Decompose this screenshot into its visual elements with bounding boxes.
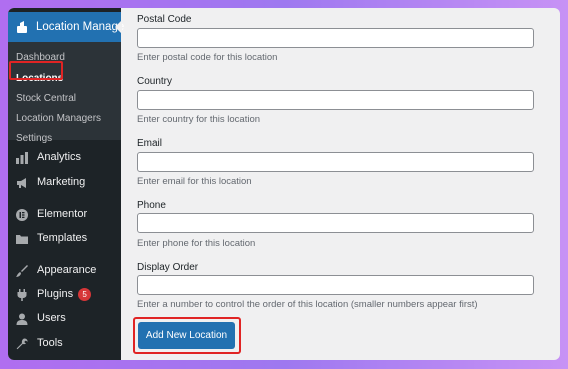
display-order-label: Display Order	[137, 262, 199, 273]
sidebar-item-elementor[interactable]: Elementor	[8, 204, 121, 224]
postal-code-label: Postal Code	[137, 14, 192, 25]
phone-label: Phone	[137, 200, 166, 211]
sidebar-item-label: Appearance	[37, 264, 97, 276]
email-help: Enter email for this location	[137, 176, 252, 187]
paintbrush-icon	[16, 264, 28, 277]
plugin-icon	[16, 288, 28, 301]
locations-highlight-box	[9, 61, 63, 80]
megaphone-icon	[16, 176, 28, 188]
sidebar-item-label: Plugins	[37, 288, 74, 300]
phone-input[interactable]	[137, 213, 534, 233]
sidebar-item-label: Users	[37, 312, 66, 324]
sidebar-item-label: Marketing	[37, 176, 86, 188]
admin-sidebar: Location Manage Dashboard Locations Stoc…	[8, 8, 125, 360]
sidebar-item-plugins[interactable]: Plugins 5	[8, 284, 121, 304]
sidebar-item-label: Templates	[37, 232, 88, 244]
sidebar-item-label: Tools	[37, 337, 63, 349]
sidebar-item-label: Elementor	[37, 208, 88, 220]
sidebar-item-users[interactable]: Users	[8, 308, 121, 328]
submenu-item-location-managers[interactable]: Location Managers	[16, 113, 101, 124]
sidebar-item-label: Location Manage	[36, 21, 125, 33]
country-input[interactable]	[137, 90, 534, 110]
location-submenu: Dashboard Locations Stock Central Locati…	[8, 42, 121, 144]
browser-frame: Location Manage Dashboard Locations Stoc…	[8, 8, 560, 360]
user-icon	[16, 312, 28, 325]
email-input[interactable]	[137, 152, 534, 172]
sidebar-item-location-manager[interactable]: Location Manage	[8, 12, 125, 42]
sidebar-item-tools[interactable]: Tools	[8, 333, 121, 353]
submenu-item-settings[interactable]: Settings	[16, 133, 52, 144]
display-order-help: Enter a number to control the order of t…	[137, 299, 478, 310]
sidebar-item-templates[interactable]: Templates	[8, 228, 121, 248]
display-order-input[interactable]	[137, 275, 534, 295]
sidebar-item-analytics[interactable]: Analytics	[8, 147, 121, 167]
submenu-item-stock-central[interactable]: Stock Central	[16, 93, 76, 104]
email-label: Email	[137, 138, 163, 149]
add-new-location-button[interactable]: Add New Location	[138, 322, 235, 349]
country-label: Country	[137, 76, 173, 87]
wrench-icon	[16, 337, 28, 350]
country-help: Enter country for this location	[137, 114, 261, 125]
analytics-icon	[16, 151, 28, 164]
postal-code-input[interactable]	[137, 28, 534, 48]
plugins-update-badge: 5	[78, 287, 92, 301]
location-plugin-icon	[15, 20, 29, 34]
sidebar-item-marketing[interactable]: Marketing	[8, 172, 121, 192]
elementor-icon	[16, 208, 28, 221]
sidebar-item-label: Analytics	[37, 151, 82, 163]
location-form: Postal Code Enter postal code for this l…	[121, 8, 560, 360]
postal-code-help: Enter postal code for this location	[137, 52, 278, 63]
folder-icon	[16, 232, 28, 244]
phone-help: Enter phone for this location	[137, 238, 256, 249]
sidebar-item-appearance[interactable]: Appearance	[8, 260, 121, 280]
